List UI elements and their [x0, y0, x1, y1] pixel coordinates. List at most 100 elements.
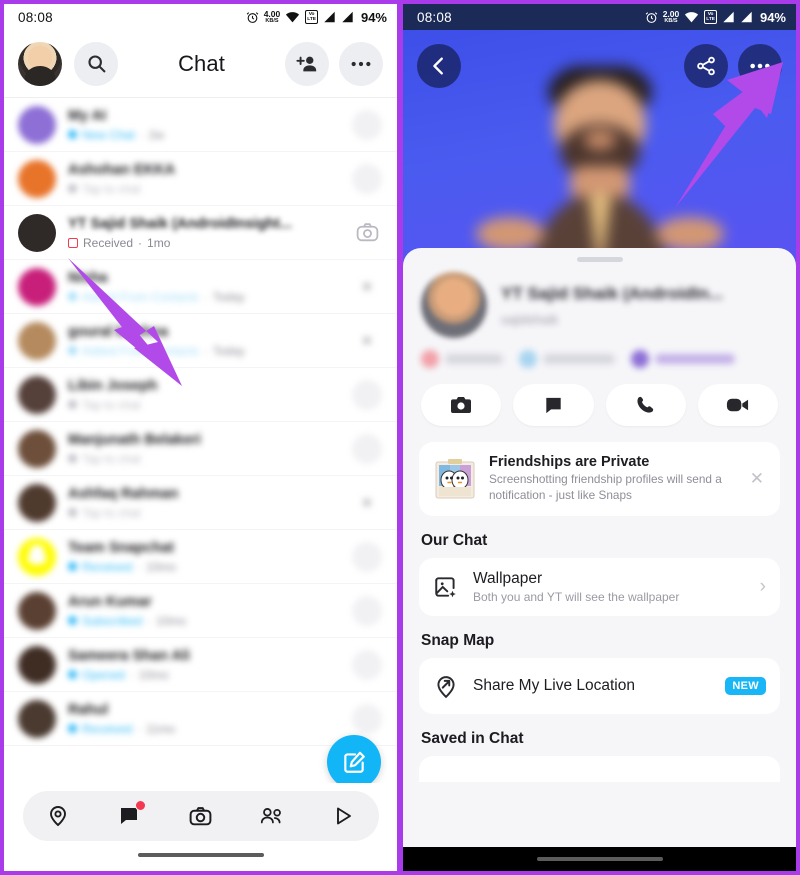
map-pin-icon: [50, 806, 67, 827]
back-button[interactable]: [417, 44, 461, 88]
chat-row-camera-button[interactable]: [351, 217, 383, 249]
action-chat-button[interactable]: [513, 384, 594, 426]
chat-row-dismiss-button[interactable]: ✕: [351, 325, 383, 357]
chat-row-avatar[interactable]: [18, 267, 56, 306]
chat-row-camera-button[interactable]: [351, 163, 383, 195]
chat-row-avatar[interactable]: [18, 159, 56, 198]
status-time: 08:08: [417, 9, 452, 25]
chat-row-camera-button[interactable]: [351, 433, 383, 465]
chat-row-name: My AI: [68, 107, 107, 124]
chat-row-avatar[interactable]: [18, 645, 56, 684]
chat-row-camera-button[interactable]: [351, 703, 383, 735]
wallpaper-row[interactable]: Wallpaper Both you and YT will see the w…: [419, 557, 780, 616]
chat-status-icon: [68, 237, 78, 248]
chat-status-icon: [68, 400, 77, 409]
profile-picture[interactable]: [421, 272, 487, 338]
chat-bubble-icon: [546, 397, 561, 413]
more-options-icon: [750, 63, 770, 69]
chat-row-time: 10mo: [146, 559, 177, 574]
new-chat-fab[interactable]: [327, 735, 381, 789]
chat-row-avatar[interactable]: [18, 213, 56, 252]
chat-row-text: YT Sajid Shaik (AndroidInsight... Receive…: [68, 216, 339, 250]
chat-row-camera-button[interactable]: [351, 541, 383, 573]
profile-chip[interactable]: [631, 350, 735, 368]
chat-row-avatar[interactable]: [18, 483, 56, 522]
profile-avatar-button[interactable]: [18, 41, 62, 86]
nav-item-chat[interactable]: [104, 796, 154, 836]
share-button[interactable]: [684, 44, 728, 88]
add-friend-button[interactable]: [285, 41, 329, 86]
chat-row[interactable]: Nisha Added From Contacts · Today ✕: [4, 260, 397, 314]
chat-row[interactable]: Manjunath Belakeri Tap to chat: [4, 422, 397, 476]
chat-status-separator: ·: [203, 343, 208, 358]
chat-status-separator: ·: [203, 289, 208, 304]
chat-row-text: Manjunath Belakeri Tap to chat: [68, 432, 339, 466]
chat-row[interactable]: Team Snapchat Received · 10mo: [4, 530, 397, 584]
saved-in-chat-card[interactable]: [419, 755, 780, 782]
chat-row[interactable]: Ashohan EKKA Tap to chat: [4, 152, 397, 206]
camera-icon: [189, 806, 212, 825]
chat-row-time: 2w: [148, 127, 165, 142]
chat-row[interactable]: Rahul Received · 11mo: [4, 692, 397, 746]
chat-row[interactable]: My AI New Chat · 2w: [4, 98, 397, 152]
chat-row[interactable]: Sameera Shan Ali Opened · 10mo: [4, 638, 397, 692]
camera-icon: [352, 433, 382, 464]
chat-row-avatar[interactable]: [18, 429, 56, 468]
chat-row-camera-button[interactable]: [351, 649, 383, 681]
profile-chip[interactable]: [421, 350, 503, 368]
battery-percent: 94%: [360, 9, 387, 25]
nav-item-map[interactable]: [33, 796, 83, 836]
search-button[interactable]: [74, 41, 118, 86]
chat-row[interactable]: Ashfaq Rahman Tap to chat ✕: [4, 476, 397, 530]
nav-item-friends[interactable]: [247, 796, 297, 836]
more-options-button[interactable]: [738, 44, 782, 88]
share-live-location-row[interactable]: Share My Live Location NEW: [419, 657, 780, 714]
action-video-call-button[interactable]: [697, 384, 778, 426]
status-icons: 2.00 KB/S Vo LTE 94%: [645, 10, 786, 25]
signal-bars-icon-2: [342, 11, 353, 23]
search-icon: [87, 55, 105, 73]
chat-row[interactable]: Libin Joseph Tap to chat: [4, 368, 397, 422]
chat-row-dismiss-button[interactable]: ✕: [351, 487, 383, 519]
chevron-right-icon: ›: [759, 575, 766, 597]
chat-row-avatar[interactable]: [18, 105, 56, 144]
nav-item-spotlight[interactable]: [318, 796, 368, 836]
chat-row-camera-button[interactable]: [351, 595, 383, 627]
signal-bars-icon: [324, 11, 335, 23]
left-phone-screen: 08:08 4.00 KB/S Vo LTE 94% Chat My AI Ne…: [0, 0, 400, 875]
chat-status-text: Added From Contacts: [82, 289, 199, 304]
notice-close-button[interactable]: ✕: [748, 469, 766, 489]
chip-icon: [519, 350, 537, 368]
chat-row-text: Nisha Added From Contacts · Today: [68, 270, 339, 304]
net-speed-unit: KB/S: [265, 17, 279, 24]
action-call-button[interactable]: [605, 384, 686, 426]
chat-row-camera-button[interactable]: [351, 379, 383, 411]
chat-list[interactable]: My AI New Chat · 2w Ashohan EKKA Tap to chat Y…: [4, 98, 397, 791]
bottom-nav-bar: [22, 791, 379, 841]
chat-row-dismiss-button[interactable]: ✕: [351, 271, 383, 303]
chat-row[interactable]: YT Sajid Shaik (AndroidInsight... Receive…: [4, 206, 397, 260]
action-camera-button[interactable]: [421, 384, 502, 426]
bottom-navigation: [4, 783, 397, 871]
chip-icon: [631, 350, 649, 368]
more-options-button[interactable]: [339, 41, 383, 86]
profile-chips: [403, 338, 796, 368]
chat-row-name: Ashohan EKKA: [68, 161, 176, 178]
new-chat-icon: [344, 751, 365, 773]
nav-item-camera[interactable]: [175, 796, 225, 836]
chat-row[interactable]: Arun Kumar Subscribed · 10mo: [4, 584, 397, 638]
chat-status-text: Tap to chat: [82, 505, 141, 520]
chat-row-avatar[interactable]: [18, 321, 56, 360]
chat-row-avatar[interactable]: [18, 375, 56, 414]
chat-row-avatar[interactable]: [18, 699, 56, 738]
chat-row[interactable]: goural krishna Added From Contacts · Today ✕: [4, 314, 397, 368]
video-camera-icon: [727, 398, 749, 412]
header-actions: [285, 41, 383, 86]
profile-chip[interactable]: [519, 350, 615, 368]
chat-row-avatar[interactable]: [18, 537, 56, 576]
chat-row-camera-button[interactable]: [351, 109, 383, 141]
chat-status-separator: ·: [129, 667, 134, 682]
chat-row-avatar[interactable]: [18, 591, 56, 630]
add-friend-icon: [296, 56, 317, 71]
android-navigation-bar: [403, 847, 796, 871]
